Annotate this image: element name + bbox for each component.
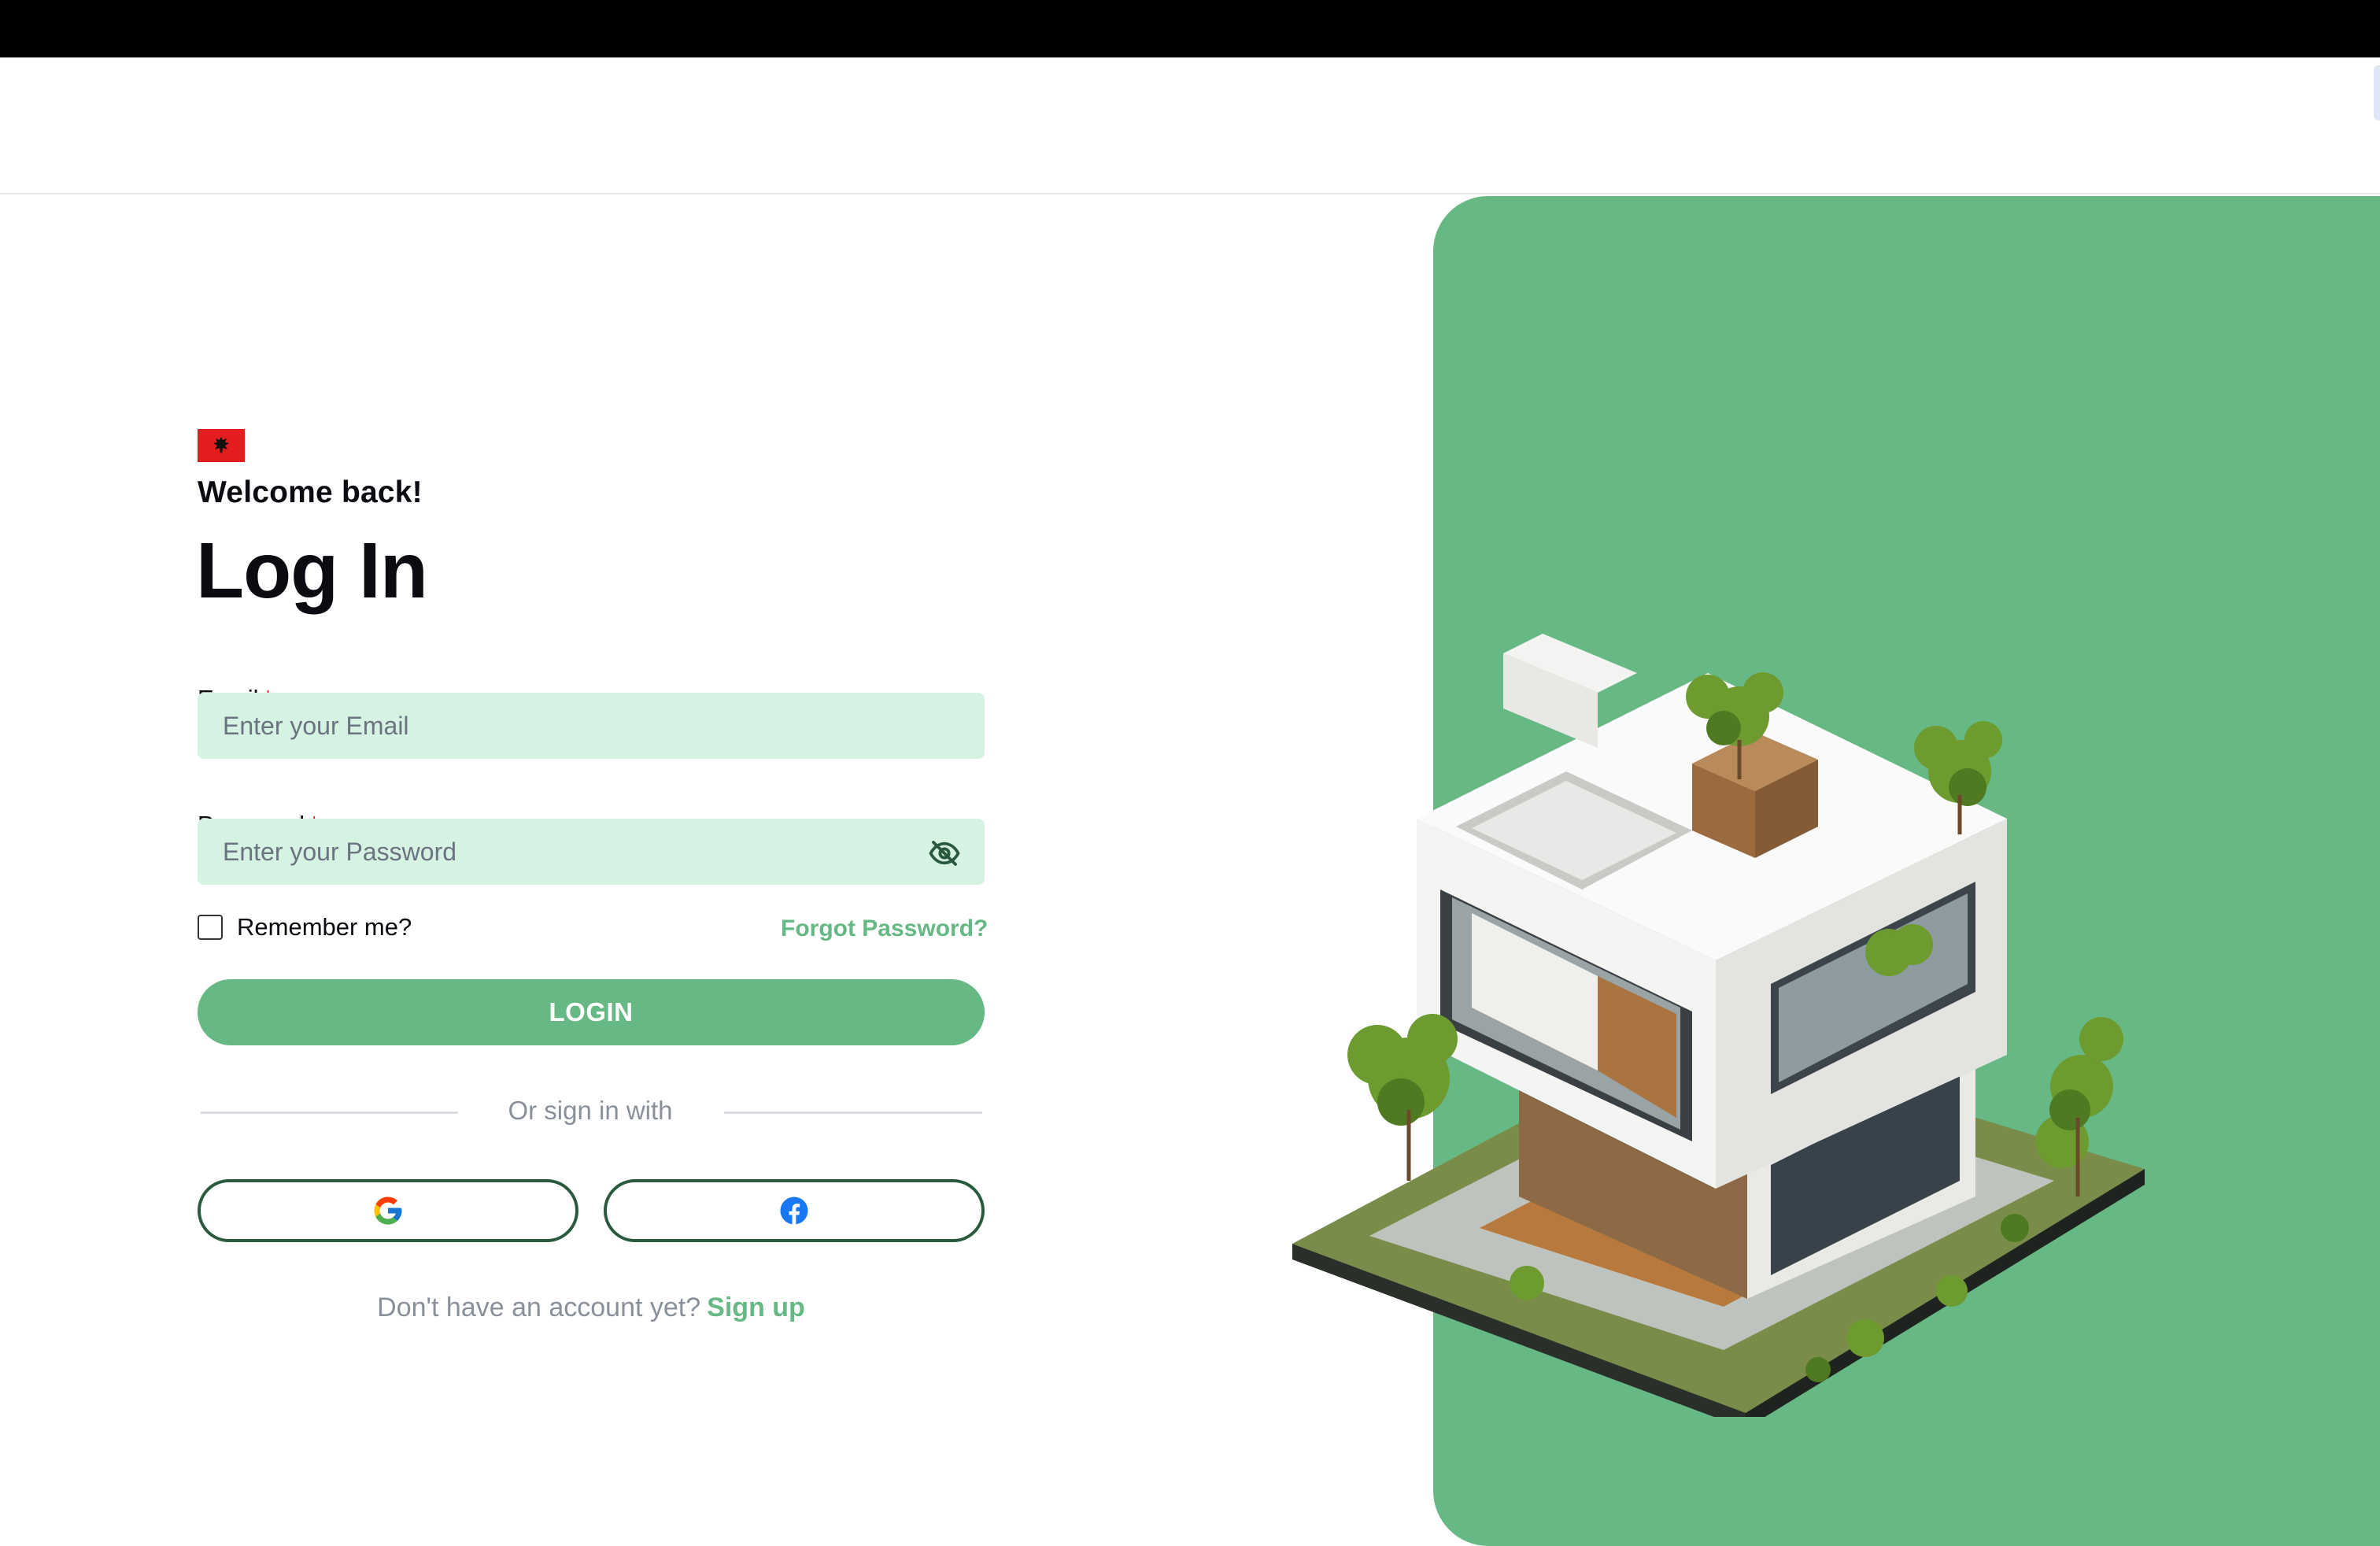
signup-link[interactable]: Sign up bbox=[707, 1293, 805, 1322]
remember-me[interactable]: Remember me? bbox=[198, 913, 412, 941]
google-signin-button[interactable] bbox=[198, 1179, 578, 1242]
password-input[interactable] bbox=[198, 819, 985, 885]
signup-prompt: Don't have an account yet? Sign up bbox=[198, 1293, 985, 1323]
eye-slash-icon[interactable] bbox=[926, 834, 963, 872]
facebook-icon bbox=[780, 1196, 808, 1225]
browser-top-bar bbox=[0, 0, 2380, 57]
remember-label: Remember me? bbox=[237, 913, 412, 941]
google-icon bbox=[374, 1196, 402, 1225]
header-edge-element bbox=[2374, 65, 2380, 120]
divider-right bbox=[724, 1111, 982, 1114]
signup-prompt-text: Don't have an account yet? bbox=[377, 1293, 701, 1322]
login-button[interactable]: LOGIN bbox=[198, 979, 985, 1045]
site-header bbox=[0, 57, 2380, 194]
remember-checkbox[interactable] bbox=[198, 915, 223, 940]
eagle-icon bbox=[213, 437, 229, 454]
email-input[interactable] bbox=[198, 693, 985, 759]
facebook-signin-button[interactable] bbox=[604, 1179, 985, 1242]
divider-left bbox=[201, 1111, 458, 1114]
albania-flag-icon[interactable] bbox=[198, 429, 245, 462]
page-title: Log In bbox=[196, 527, 428, 615]
welcome-greeting: Welcome back! bbox=[198, 475, 423, 509]
house-illustration bbox=[1283, 630, 2164, 1429]
divider-text: Or sign in with bbox=[508, 1096, 673, 1125]
forgot-password-link[interactable]: Forgot Password? bbox=[781, 915, 988, 942]
